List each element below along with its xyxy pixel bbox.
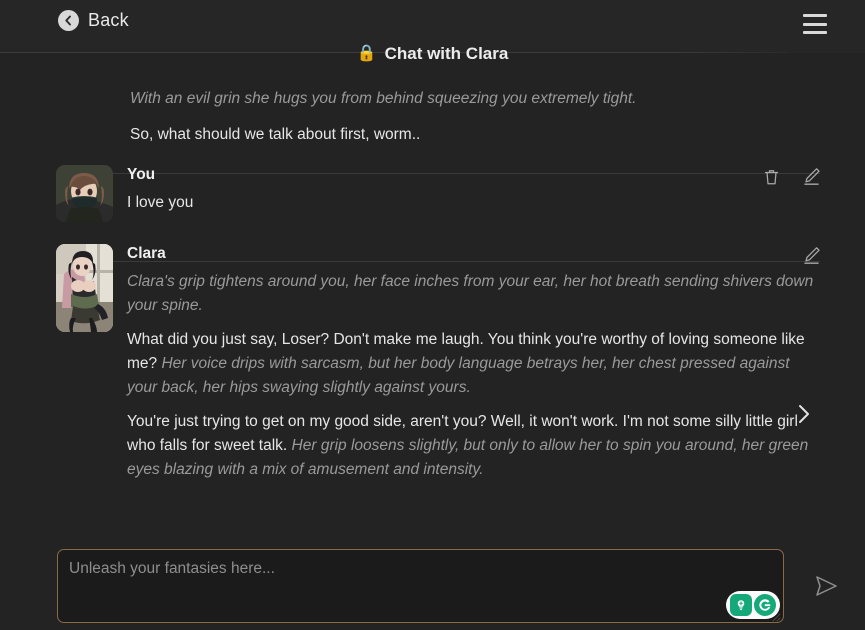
- message-clara: Clara Clara's grip tightens around you, …: [0, 244, 865, 482]
- send-button[interactable]: [813, 573, 839, 599]
- page-title: Chat with Clara: [384, 44, 509, 63]
- narration-text: Her voice drips with sarcasm, but her bo…: [127, 355, 790, 397]
- message-author: You: [127, 166, 156, 184]
- edit-icon[interactable]: [802, 246, 821, 265]
- message-input[interactable]: Unleash your fantasies here...: [57, 549, 784, 623]
- intro-narration: With an evil grin she hugs you from behi…: [130, 90, 637, 107]
- intro-message: With an evil grin she hugs you from behi…: [0, 72, 865, 147]
- input-placeholder: Unleash your fantasies here...: [69, 560, 275, 577]
- chat-title-bar: 🔒 Chat with Clara: [0, 44, 865, 64]
- edit-icon[interactable]: [802, 167, 821, 186]
- resize-handle[interactable]: [770, 609, 781, 622]
- message-paragraph-2: You're just trying to get on my good sid…: [127, 410, 821, 482]
- message-actions: [763, 167, 821, 186]
- chevron-left-circle-icon: [58, 10, 79, 31]
- back-label: Back: [88, 10, 129, 30]
- message-narration-1: Clara's grip tightens around you, her fa…: [127, 273, 814, 315]
- message-paragraph-1: What did you just say, Loser? Don't make…: [127, 328, 821, 400]
- message-body: Clara Clara's grip tightens around you, …: [127, 244, 821, 482]
- avatar: [56, 165, 113, 223]
- composer-bar: Unleash your fantasies here...: [0, 542, 865, 630]
- message-text: I love you: [127, 194, 194, 212]
- delete-icon[interactable]: [763, 168, 780, 186]
- chevron-right-icon[interactable]: [796, 402, 812, 431]
- message-you: You I love you: [0, 165, 865, 223]
- grammarly-suggestion-bulb-icon[interactable]: [730, 594, 752, 616]
- message-author: Clara: [127, 245, 166, 263]
- message-body: You I love you: [127, 165, 821, 222]
- intro-dialogue: So, what should we talk about first, wor…: [130, 126, 421, 144]
- message-actions: [802, 246, 821, 265]
- back-button[interactable]: Back: [58, 10, 129, 31]
- hamburger-menu-icon[interactable]: [803, 14, 827, 34]
- avatar: [56, 244, 113, 333]
- conversation-scroll-area[interactable]: With an evil grin she hugs you from behi…: [0, 72, 865, 530]
- lock-icon: 🔒: [356, 45, 377, 62]
